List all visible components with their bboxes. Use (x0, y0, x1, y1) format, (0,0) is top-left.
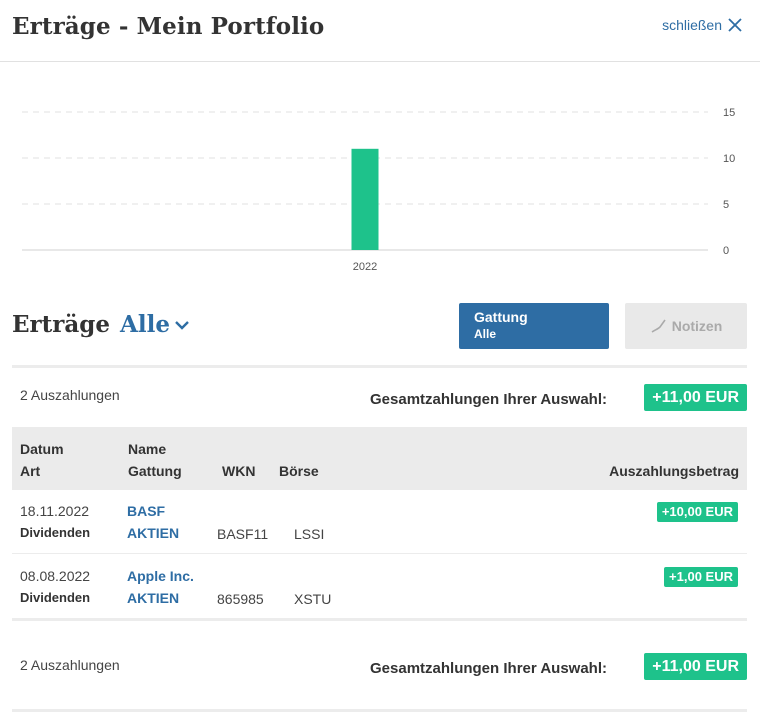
row-date: 08.08.2022 (20, 568, 91, 584)
row-amount-badge: +1,00 EUR (664, 567, 738, 587)
filter-value: Alle (120, 311, 170, 338)
header-boerse: Börse (279, 463, 319, 479)
close-icon (728, 18, 742, 32)
row-name-link[interactable]: Apple Inc. (127, 568, 194, 584)
total-badge: +11,00 EUR (644, 653, 747, 680)
row-name-link[interactable]: BASF (127, 503, 165, 519)
row-wkn: 865985 (217, 591, 264, 607)
total-label: Gesamtzahlungen Ihrer Auswahl: (370, 391, 607, 408)
payout-count: 2 Auszahlungen (20, 387, 120, 403)
chart-svg: 0 5 10 15 2022 (22, 107, 735, 273)
row-amount-badge: +10,00 EUR (656, 502, 738, 522)
summary-top: 2 Auszahlungen Gesamtzahlungen Ihrer Aus… (12, 365, 747, 423)
row-gattung: AKTIEN (127, 590, 180, 606)
header-art: Art (20, 463, 41, 479)
header-datum: Datum (20, 441, 64, 457)
table-row: 08.08.2022 Dividenden Apple Inc. AKTIEN … (12, 555, 747, 619)
pen-icon (651, 319, 666, 333)
header-name: Name (128, 441, 167, 457)
gattung-label: Gattung (474, 309, 528, 325)
header-wkn: WKN (222, 463, 256, 479)
close-button[interactable]: schließen (662, 17, 742, 33)
chevron-down-icon (175, 320, 189, 330)
row-art: Dividenden (20, 525, 91, 540)
gattung-filter-button[interactable]: Gattung Alle (459, 303, 609, 349)
y-tick-label: 15 (723, 107, 735, 119)
modal-header: Erträge - Mein Portfolio schließen (0, 0, 760, 62)
table-row: 18.11.2022 Dividenden BASF AKTIEN BASF11… (12, 490, 747, 554)
row-boerse: XSTU (294, 591, 332, 607)
summary-bottom: 2 Auszahlungen Gesamtzahlungen Ihrer Aus… (12, 618, 747, 712)
y-tick-label: 0 (723, 245, 729, 257)
row-boerse: LSSI (294, 526, 325, 542)
row-gattung: AKTIEN (127, 525, 180, 541)
total-badge: +11,00 EUR (644, 384, 747, 411)
y-tick-label: 5 (723, 199, 729, 211)
section-title: Erträge (12, 311, 111, 338)
y-tick-label: 10 (723, 153, 735, 165)
header-gattung: Gattung (128, 463, 182, 479)
page-title: Erträge - Mein Portfolio (12, 13, 325, 40)
notizen-label: Notizen (671, 318, 723, 334)
payout-count: 2 Auszahlungen (20, 657, 120, 673)
table-header: Datum Art Name Gattung WKN Börse Auszahl… (12, 427, 747, 490)
row-wkn: BASF11 (217, 526, 269, 542)
gattung-value: Alle (474, 327, 497, 341)
close-label: schließen (662, 17, 722, 33)
row-date: 18.11.2022 (20, 503, 90, 519)
row-art: Dividenden (20, 590, 91, 605)
total-label: Gesamtzahlungen Ihrer Auswahl: (370, 660, 607, 677)
x-tick-label: 2022 (353, 261, 377, 273)
filter-dropdown[interactable]: Alle (120, 311, 190, 338)
bar-2022[interactable] (351, 148, 379, 250)
section-heading: Erträge Alle (12, 311, 190, 338)
notizen-button[interactable]: Notizen (625, 303, 747, 349)
header-betrag: Auszahlungsbetrag (609, 463, 739, 479)
earnings-chart: 0 5 10 15 2022 (0, 90, 760, 280)
